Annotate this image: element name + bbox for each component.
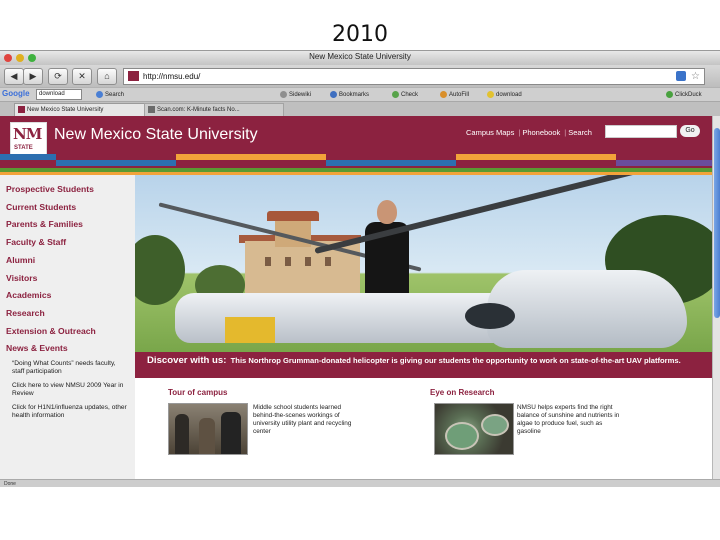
- header-links: Campus Maps | Phonebook | Search: [466, 128, 592, 137]
- stripe-orange: [176, 154, 326, 160]
- bookmark-star-icon[interactable]: ☆: [691, 69, 700, 84]
- note-h1n1-updates[interactable]: Click for H1N1/influenza updates, other …: [0, 404, 135, 420]
- note-doing-what-counts[interactable]: “Doing What Counts” needs faculty, staff…: [0, 360, 135, 376]
- navigation-toolbar: ◀ ▶ ⟳ ✕ ⌂ http://nmsu.edu/ ☆: [0, 65, 720, 87]
- check-button[interactable]: Check: [392, 91, 418, 98]
- stripe-blue-left: [0, 154, 56, 160]
- address-bar[interactable]: http://nmsu.edu/ ☆: [123, 68, 705, 85]
- photo-figure: [175, 414, 189, 454]
- nav-news-events[interactable]: News & Events: [0, 340, 135, 358]
- download-button[interactable]: download: [487, 91, 522, 98]
- nav-research[interactable]: Research: [0, 305, 135, 323]
- sidewiki-icon: [280, 91, 287, 98]
- browser-window: New Mexico State University ◀ ▶ ⟳ ✕ ⌂ ht…: [0, 50, 720, 487]
- building-window: [265, 257, 271, 266]
- nav-faculty-staff[interactable]: Faculty & Staff: [0, 234, 135, 252]
- spellcheck-icon: [392, 91, 399, 98]
- clickduck-button[interactable]: ClickDuck: [666, 91, 702, 98]
- note-year-in-review[interactable]: Click here to view NMSU 2009 Year in Rev…: [0, 382, 135, 398]
- vertical-scrollbar[interactable]: [712, 116, 720, 479]
- tab-bar: New Mexico State University Scan.com: K-…: [0, 101, 720, 117]
- nav-parents-families[interactable]: Parents & Families: [0, 216, 135, 234]
- discover-label: Discover with us:: [147, 355, 227, 366]
- tab-scan[interactable]: Scan.com: K-Minute facts No...: [144, 103, 284, 117]
- rss-feed-icon[interactable]: [676, 71, 686, 81]
- nav-academics[interactable]: Academics: [0, 287, 135, 305]
- tour-title[interactable]: Tour of campus: [168, 388, 227, 397]
- site-search-input[interactable]: [605, 125, 677, 138]
- autofill-icon: [440, 91, 447, 98]
- stop-button[interactable]: ✕: [72, 68, 92, 85]
- web-page: NM STATE New Mexico State University Cam…: [0, 116, 712, 479]
- status-bar: Done: [0, 479, 720, 487]
- site-favicon-icon: [128, 71, 139, 81]
- research-photo[interactable]: [434, 403, 514, 455]
- photo-figure: [199, 418, 215, 454]
- stripe-purple: [616, 160, 712, 166]
- tour-photo[interactable]: [168, 403, 248, 455]
- nmsu-favicon-icon: [18, 106, 25, 113]
- photo-figure: [221, 412, 241, 454]
- nav-extension-outreach[interactable]: Extension & Outreach: [0, 323, 135, 341]
- sidewiki-button[interactable]: Sidewiki: [280, 91, 311, 98]
- star-icon: [330, 91, 337, 98]
- nav-visitors[interactable]: Visitors: [0, 270, 135, 288]
- site-title[interactable]: New Mexico State University: [54, 126, 258, 144]
- google-search-button[interactable]: Search: [96, 91, 124, 98]
- discover-banner[interactable]: Discover with us: This Northrop Grumman-…: [135, 352, 712, 378]
- slide-title: 2010: [332, 22, 388, 47]
- google-toolbar: Google download Search Sidewiki Bookmark…: [0, 87, 720, 102]
- research-blurb[interactable]: NMSU helps experts find the right balanc…: [517, 404, 627, 436]
- building-window: [285, 257, 291, 266]
- stripe-orange-2: [456, 154, 616, 160]
- phonebook-link[interactable]: Phonebook: [522, 128, 560, 137]
- home-button[interactable]: ⌂: [97, 68, 117, 85]
- nav-alumni[interactable]: Alumni: [0, 252, 135, 270]
- scrollbar-thumb[interactable]: [714, 128, 720, 318]
- helicopter-camera: [465, 303, 515, 329]
- hero-photo: [135, 175, 712, 352]
- search-link[interactable]: Search: [568, 128, 592, 137]
- campus-maps-link[interactable]: Campus Maps: [466, 128, 514, 137]
- page-favicon-icon: [148, 106, 155, 113]
- tab-nmsu[interactable]: New Mexico State University: [14, 103, 154, 117]
- tower-roof: [267, 211, 319, 221]
- bookmarks-button[interactable]: Bookmarks: [330, 91, 369, 98]
- stripe-blue: [56, 160, 176, 166]
- forward-button[interactable]: ▶: [23, 68, 43, 85]
- address-text: http://nmsu.edu/: [143, 72, 201, 81]
- sidebar-nav: Prospective Students Current Students Pa…: [0, 175, 135, 479]
- student-head: [377, 200, 397, 224]
- tour-blurb[interactable]: Middle school students learned behind-th…: [253, 404, 361, 436]
- tree-left: [135, 235, 185, 305]
- algae-tank: [445, 422, 479, 450]
- algae-tank: [481, 414, 509, 436]
- research-title[interactable]: Eye on Research: [430, 388, 494, 397]
- helicopter-nose: [487, 270, 687, 348]
- site-header: NM STATE New Mexico State University Cam…: [0, 116, 712, 160]
- building-window: [305, 257, 311, 266]
- helicopter-stripe: [225, 317, 275, 343]
- nav-prospective-students[interactable]: Prospective Students: [0, 181, 135, 199]
- clickduck-icon: [666, 91, 673, 98]
- back-button[interactable]: ◀: [4, 68, 24, 85]
- window-title: New Mexico State University: [309, 52, 411, 61]
- header-tab-shape: [458, 146, 598, 154]
- discover-caption: This Northrop Grumman-donated helicopter…: [230, 356, 681, 365]
- nav-current-students[interactable]: Current Students: [0, 199, 135, 217]
- google-logo: Google: [2, 89, 30, 98]
- autofill-button[interactable]: AutoFill: [440, 91, 469, 98]
- google-search-input[interactable]: download: [36, 89, 82, 100]
- reload-button[interactable]: ⟳: [48, 68, 68, 85]
- window-titlebar: New Mexico State University: [0, 51, 720, 65]
- search-icon: [96, 91, 103, 98]
- stripe-blue-2: [326, 160, 456, 166]
- building-window: [325, 257, 331, 266]
- go-button[interactable]: Go: [680, 125, 700, 137]
- highlight-icon: [487, 91, 494, 98]
